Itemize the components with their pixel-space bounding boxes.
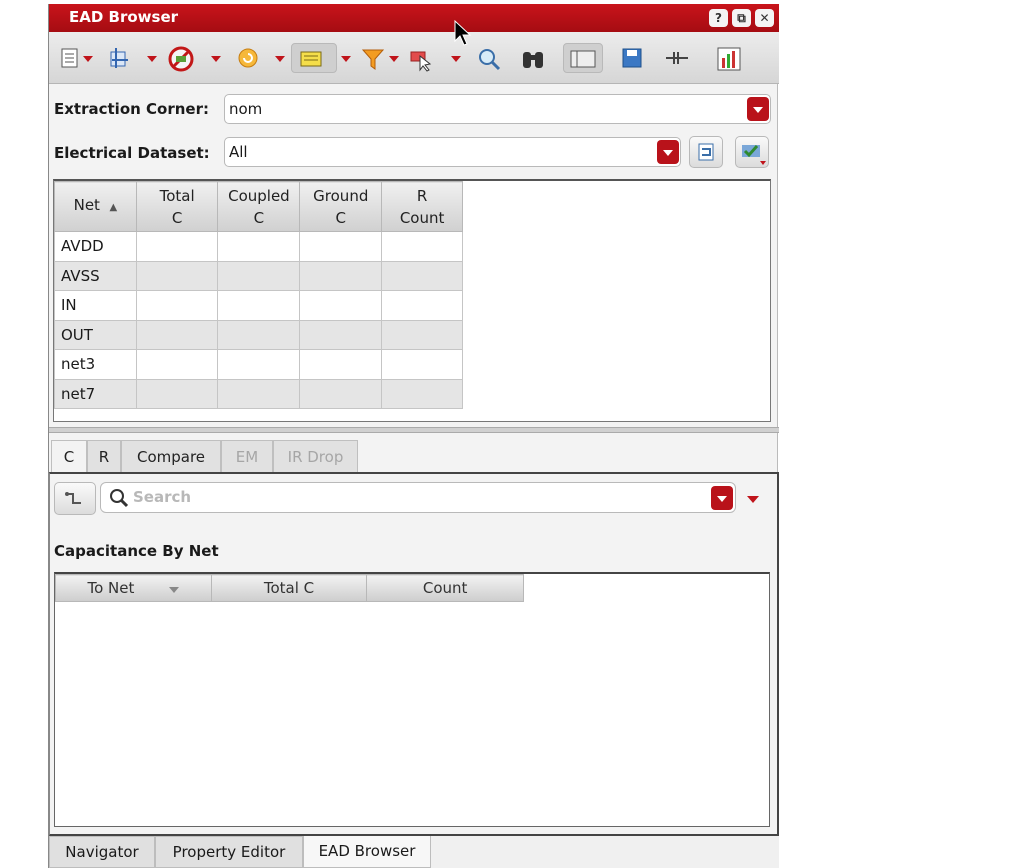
net-cell[interactable]: net7 [54,378,137,409]
restore-icon[interactable]: ⧉ [732,9,751,27]
tab-c[interactable]: C [51,440,87,473]
net-trace-button[interactable] [54,482,96,515]
refresh-icon[interactable] [233,43,263,73]
extraction-corner-label: Extraction Corner: [54,100,209,118]
column-header-ground-c[interactable]: Ground C [299,181,383,232]
select-pointer-icon[interactable] [405,43,435,73]
title-bar[interactable]: EAD Browser ? ⧉ ✕ [49,4,779,32]
tab-r[interactable]: R [87,440,121,473]
net-cell[interactable]: OUT [54,319,137,350]
trace-icon [65,492,81,504]
toolbar [49,32,779,84]
annotation-icon[interactable] [291,43,337,73]
close-icon[interactable]: ✕ [755,9,774,27]
annotation-dropdown[interactable] [341,56,351,62]
section-title: Capacitance By Net [54,542,219,560]
tab-compare[interactable]: Compare [121,440,221,473]
table-row[interactable]: IN [54,290,463,321]
sort-icon [169,587,180,593]
import-icon [698,143,714,161]
column-header-r-count[interactable]: R Count [381,181,463,232]
search-input[interactable]: Search [100,482,736,513]
ead-browser-panel: EAD Browser ? ⧉ ✕ Extraction Corner: nom… [48,4,779,868]
search-options-dropdown[interactable] [747,496,759,503]
dataset-import-button[interactable] [689,136,723,168]
column-header-coupled-c[interactable]: Coupled C [217,181,301,232]
help-icon[interactable]: ? [709,9,728,27]
search-placeholder: Search [133,488,192,506]
net-cell[interactable]: IN [54,290,137,321]
probe-net-dropdown[interactable] [147,56,157,62]
mouse-cursor-icon [454,19,472,46]
chevron-down-icon[interactable] [747,97,769,121]
dataset-options-button[interactable] [735,136,769,168]
table-row[interactable]: net7 [54,378,463,409]
capacitance-pane: Search Capacitance By Net To Net Total C… [49,472,779,836]
refresh-dropdown[interactable] [275,56,285,62]
table-row[interactable]: AVDD [54,231,463,262]
no-highlight-dropdown[interactable] [211,56,221,62]
net-cell[interactable]: AVSS [54,260,137,291]
zoom-in-icon[interactable] [473,43,503,73]
capacitance-table: To Net Total C Count [54,572,770,827]
panel-view-icon[interactable] [563,43,603,73]
table-row[interactable]: AVSS [54,260,463,291]
net-cell[interactable]: net3 [54,349,137,380]
pane-splitter[interactable] [49,427,779,433]
sort-ascending-icon: ▲ [109,202,118,213]
electrical-dataset-label: Electrical Dataset: [54,144,210,162]
bottom-dock-tabs: Navigator Property Editor EAD Browser [49,836,779,868]
circuit-icon[interactable] [661,43,691,73]
table-row[interactable]: net3 [54,349,463,380]
tab-em[interactable]: EM [221,440,273,473]
layout-view-dropdown[interactable] [83,56,93,62]
column-header-net[interactable]: Net ▲ [54,181,137,232]
filter-dropdown[interactable] [389,56,399,62]
probe-net-icon[interactable] [105,43,135,73]
net-table: Net ▲ Total C Coupled C Ground C R Count AVD… [53,179,771,422]
filter-icon[interactable] [357,43,387,73]
tab-ir-drop[interactable]: IR Drop [273,440,358,473]
tab-ead-browser[interactable]: EAD Browser [303,836,431,868]
extraction-corner-select[interactable]: nom [224,94,771,124]
extraction-corner-value: nom [229,100,263,118]
no-highlight-icon[interactable] [165,43,195,73]
table-row[interactable]: OUT [54,319,463,350]
electrical-dataset-select[interactable]: All [224,137,681,167]
checkmark-icon [742,145,766,165]
binoculars-icon[interactable] [517,43,547,73]
select-pointer-dropdown[interactable] [451,56,461,62]
column-header-total-c[interactable]: Total C [135,181,219,232]
search-icon [110,489,129,508]
window-title: EAD Browser [69,8,179,26]
layout-view-icon[interactable] [55,43,85,73]
net-cell[interactable]: AVDD [54,231,137,262]
chart-icon[interactable] [713,43,743,73]
tab-navigator[interactable]: Navigator [49,836,155,868]
chevron-down-icon[interactable] [711,486,733,510]
column-header-count[interactable]: Count [366,574,524,602]
electrical-dataset-value: All [229,143,248,161]
column-header-total-c[interactable]: Total C [210,574,368,602]
column-header-to-net[interactable]: To Net [55,574,212,602]
chevron-down-icon[interactable] [657,140,679,164]
save-icon[interactable] [617,43,647,73]
tab-property-editor[interactable]: Property Editor [155,836,303,868]
